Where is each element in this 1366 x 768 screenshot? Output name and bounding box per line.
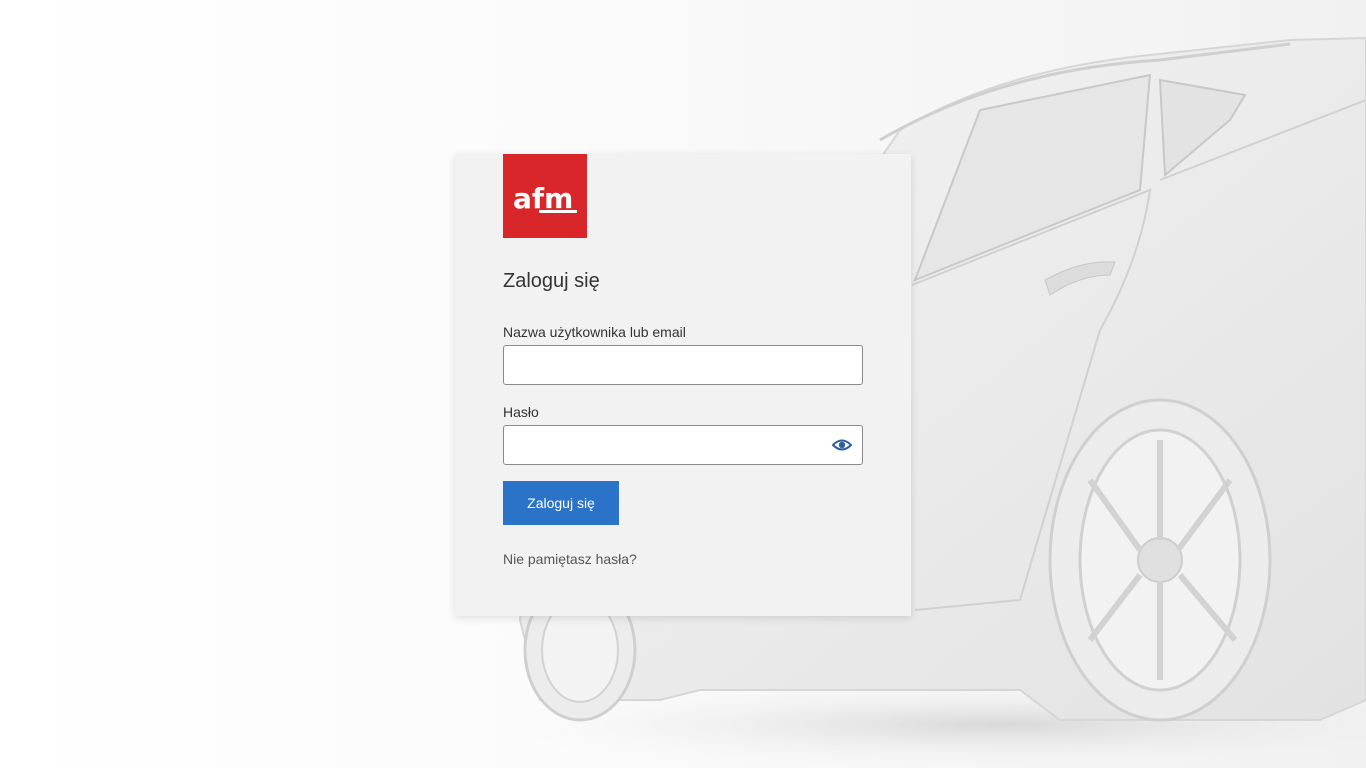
page-title: Zaloguj się [503,270,600,292]
username-field-wrapper [503,345,863,385]
password-label: Hasło [503,404,539,420]
username-input[interactable] [504,346,844,384]
username-label: Nazwa użytkownika lub email [503,324,686,340]
login-button[interactable]: Zaloguj się [503,481,619,525]
password-input[interactable] [504,426,844,464]
afm-logo: afm [503,154,587,238]
forgot-password-link[interactable]: Nie pamiętasz hasła? [503,551,637,567]
login-card: afm Zaloguj się Nazwa użytkownika lub em… [455,154,911,616]
afm-logo-icon: afm [513,182,577,215]
eye-icon[interactable] [831,437,853,453]
password-field-wrapper [503,425,863,465]
